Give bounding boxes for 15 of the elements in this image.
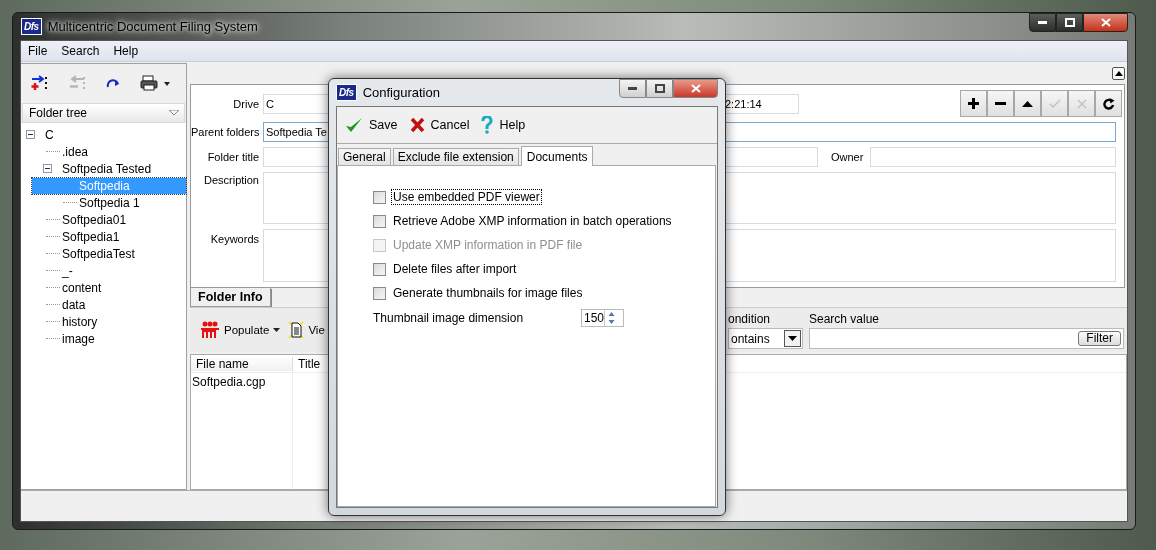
table-cell-text: Softpedia.cgp <box>191 375 267 389</box>
field-label: Keywords <box>209 232 259 245</box>
field-label: Thumbnail image dimension <box>373 311 525 325</box>
field-label: Parent folders <box>191 126 259 138</box>
window-title: Multicentric Document Filing System <box>47 19 258 34</box>
condition-label: ondition <box>728 312 772 326</box>
panel-header: Folder tree <box>29 106 88 120</box>
search-value-label: Search value <box>809 312 881 326</box>
field-label: Drive <box>232 97 259 110</box>
field-label: Owner <box>831 151 864 163</box>
dialog-title: Configuration <box>362 85 440 100</box>
app-logo: Dfs <box>336 84 357 101</box>
app-logo: Dfs <box>21 18 42 35</box>
field-label: Folder title <box>206 151 259 163</box>
field-label: Description <box>202 173 259 186</box>
